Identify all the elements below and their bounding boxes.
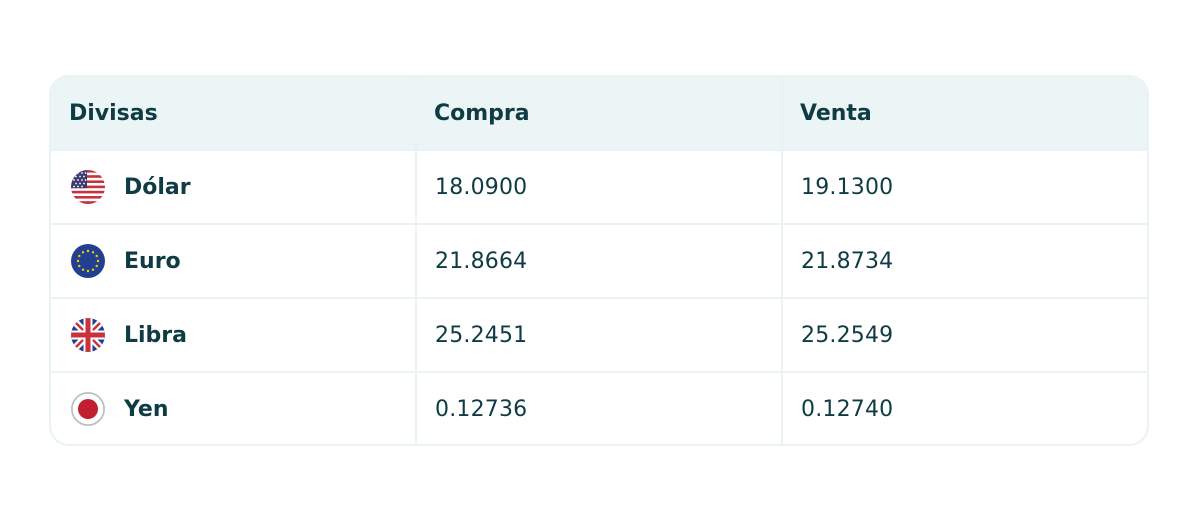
- compra-value: 21.8664: [417, 225, 781, 297]
- venta-value: 0.12740: [783, 373, 1147, 444]
- japan-flag-icon: [71, 392, 105, 426]
- compra-value: 0.12736: [417, 373, 781, 444]
- header-compra: Compra: [417, 77, 781, 149]
- eu-flag-icon: [71, 244, 105, 278]
- currency-name: Dólar: [124, 174, 191, 200]
- venta-value: 25.2549: [783, 299, 1147, 371]
- venta-value: 19.1300: [783, 151, 1147, 223]
- exchange-rate-table: Divisas Compra Venta Dólar 18.0900 19.13…: [49, 75, 1149, 446]
- table-row-currency: Dólar: [51, 151, 415, 223]
- us-flag-icon: [71, 170, 105, 204]
- uk-flag-icon: [71, 318, 105, 352]
- compra-value: 18.0900: [417, 151, 781, 223]
- table-row-currency: Libra: [51, 299, 415, 371]
- header-divisas: Divisas: [51, 77, 415, 149]
- header-venta: Venta: [783, 77, 1147, 149]
- compra-value: 25.2451: [417, 299, 781, 371]
- table-grid: Divisas Compra Venta Dólar 18.0900 19.13…: [51, 77, 1147, 444]
- currency-name: Yen: [124, 396, 169, 422]
- table-row-currency: Yen: [51, 373, 415, 444]
- table-row-currency: Euro: [51, 225, 415, 297]
- venta-value: 21.8734: [783, 225, 1147, 297]
- currency-name: Euro: [124, 248, 181, 274]
- currency-name: Libra: [124, 322, 188, 348]
